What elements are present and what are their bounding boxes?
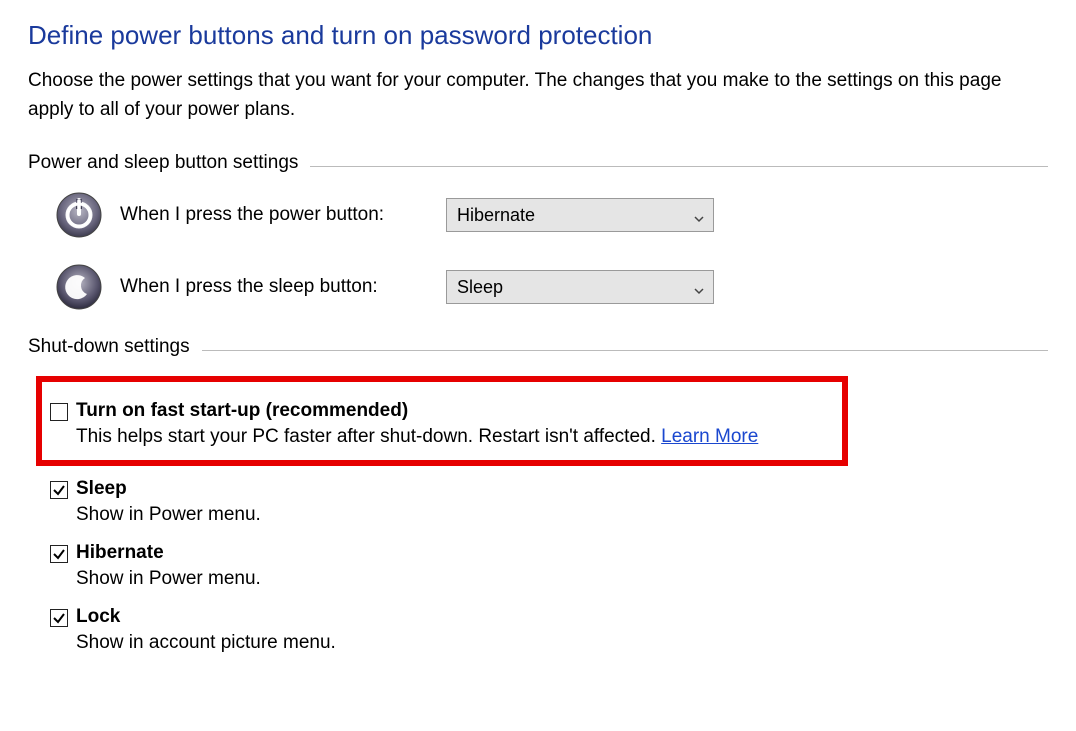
page-title: Define power buttons and turn on passwor… <box>28 20 1048 51</box>
hibernate-option-title: Hibernate <box>76 542 261 564</box>
hibernate-option-desc: Show in Power menu. <box>76 568 261 590</box>
power-button-row: When I press the power button: Hibernate <box>56 192 1048 238</box>
power-button-value: Hibernate <box>457 205 535 226</box>
sleep-option: Sleep Show in Power menu. <box>50 474 1048 530</box>
lock-option-desc: Show in account picture menu. <box>76 632 336 654</box>
shutdown-group-header: Shut-down settings <box>28 336 1048 358</box>
hibernate-checkbox[interactable] <box>50 545 68 563</box>
sleep-icon <box>56 264 102 310</box>
fast-startup-checkbox[interactable] <box>50 403 68 421</box>
chevron-down-icon <box>693 209 705 221</box>
lock-option: Lock Show in account picture menu. <box>50 602 1048 658</box>
power-icon <box>56 192 102 238</box>
fast-startup-desc: This helps start your PC faster after sh… <box>76 426 758 448</box>
sleep-option-desc: Show in Power menu. <box>76 504 261 526</box>
fast-startup-highlight: Turn on fast start-up (recommended) This… <box>36 376 848 466</box>
sleep-button-value: Sleep <box>457 277 503 298</box>
page-intro: Choose the power settings that you want … <box>28 67 1013 124</box>
lock-option-title: Lock <box>76 606 336 628</box>
power-button-label: When I press the power button: <box>120 204 446 226</box>
fast-startup-title: Turn on fast start-up (recommended) <box>76 400 758 422</box>
divider <box>310 166 1048 167</box>
sleep-button-row: When I press the sleep button: Sleep <box>56 264 1048 310</box>
fast-startup-option: Turn on fast start-up (recommended) This… <box>50 396 834 452</box>
sleep-button-dropdown[interactable]: Sleep <box>446 270 714 304</box>
divider <box>202 350 1048 351</box>
group1-header-text: Power and sleep button settings <box>28 152 298 174</box>
power-button-dropdown[interactable]: Hibernate <box>446 198 714 232</box>
sleep-checkbox[interactable] <box>50 481 68 499</box>
group2-header-text: Shut-down settings <box>28 336 190 358</box>
hibernate-option: Hibernate Show in Power menu. <box>50 538 1048 594</box>
chevron-down-icon <box>693 281 705 293</box>
sleep-option-title: Sleep <box>76 478 261 500</box>
power-sleep-group-header: Power and sleep button settings <box>28 152 1048 174</box>
learn-more-link[interactable]: Learn More <box>661 426 758 447</box>
sleep-button-label: When I press the sleep button: <box>120 276 446 298</box>
lock-checkbox[interactable] <box>50 609 68 627</box>
